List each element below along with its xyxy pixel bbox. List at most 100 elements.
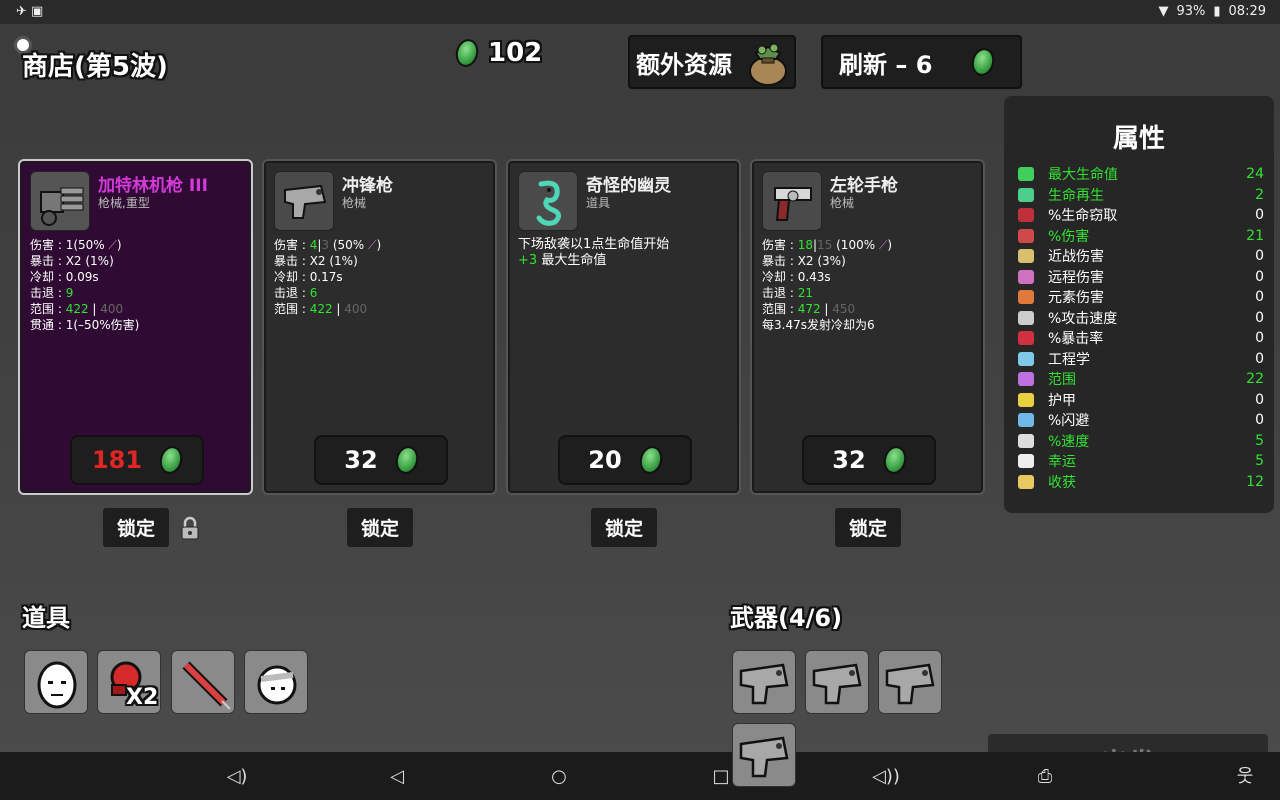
stat-value: 0 [1255, 207, 1264, 224]
description-bonus: +3 [518, 253, 538, 268]
refresh-button[interactable]: 刷新 – 6 [821, 35, 1022, 89]
shop-card-smg[interactable]: 冲锋枪 枪械 伤害 : 4|3 (50% ⟋) 暴击 : X2 (1%) 冷却 … [262, 159, 497, 495]
revolver-icon [762, 171, 822, 231]
stat-row: %攻击速度 0 [1018, 308, 1264, 329]
volume-up-icon[interactable]: ◁)) [872, 766, 900, 788]
accessibility-icon[interactable]: 웃 [1234, 766, 1256, 788]
stat-label: 最大生命值 [1048, 167, 1118, 184]
stat-value: 0.17s [309, 270, 343, 284]
item-slot-bandage[interactable] [244, 650, 308, 714]
buy-button[interactable]: 32 [314, 435, 448, 485]
lock-button-3[interactable]: 锁定 [591, 508, 657, 547]
item-slot-egg[interactable] [24, 650, 88, 714]
item-stats: 伤害 : 18|15 (100% ⟋) 暴击 : X2 (3%) 冷却 : 0.… [762, 237, 982, 333]
stat-label: 击退 [762, 286, 787, 300]
stat-value: 0.09s [65, 270, 99, 284]
stat-value: 0 [1255, 289, 1264, 306]
stat-value: 2 [1255, 186, 1264, 203]
price: 181 [91, 446, 143, 474]
stat-label: %闪避 [1048, 413, 1090, 430]
stat-label: %攻击速度 [1048, 310, 1118, 327]
stat-value: 472 [797, 302, 821, 316]
stat-icon [1018, 372, 1034, 387]
stat-icon [1018, 167, 1034, 182]
stat-label: 范围 [1048, 372, 1076, 389]
buy-button[interactable]: 181 [70, 435, 204, 485]
smg-icon [274, 171, 334, 231]
stat-label: 伤害 [762, 238, 787, 252]
description-line: 最大生命值 [541, 253, 607, 268]
weapon-slot-4[interactable] [732, 723, 796, 787]
lock-button-2[interactable]: 锁定 [347, 508, 413, 547]
item-name: 左轮手枪 [830, 176, 898, 196]
notification-icons: ✈ ▣ [16, 4, 44, 19]
stat-label: 伤害 [274, 238, 299, 252]
stat-icon [1018, 269, 1034, 284]
egg-face-icon [37, 661, 77, 709]
stat-label: %速度 [1048, 433, 1090, 450]
home-icon[interactable]: ○ [548, 766, 570, 788]
stat-label: %暴击率 [1048, 331, 1104, 348]
stat-value: 24 [1246, 166, 1264, 183]
shop-card-revolver[interactable]: 左轮手枪 枪械 伤害 : 18|15 (100% ⟋) 暴击 : X2 (3%)… [750, 159, 985, 495]
weapons-title: 武器(4/6) [730, 604, 843, 632]
stat-icon [1018, 351, 1034, 366]
stat-label: %生命窃取 [1048, 208, 1118, 225]
stats-title: 属性 [1112, 124, 1165, 154]
extra-resources-button[interactable]: 额外资源 [628, 35, 796, 89]
weapon-slot-1[interactable] [732, 650, 796, 714]
stat-label: 击退 [274, 286, 299, 300]
stat-label: 冷却 [762, 270, 787, 284]
item-description: 下场敌袭以1点生命值开始 +3 最大生命值 [518, 237, 738, 269]
stat-value: 422 [309, 302, 333, 316]
stat-icon [1018, 413, 1034, 428]
stat-row: %闪避 0 [1018, 410, 1264, 431]
android-nav-bar: ◁) ◁ ○ □ ◁)) ⎙ 웃 [0, 752, 1280, 800]
stat-icon [1018, 187, 1034, 202]
stats-panel: 属性 最大生命值 24 生命再生 2 %生命窃取 0 %伤害 21 近战伤害 0 远程伤害 0 元素伤害… [1004, 96, 1274, 513]
status-bar: ✈ ▣ ▼ 93% ▮ 08:29 [0, 0, 1280, 24]
gatling-gun-icon [30, 171, 90, 231]
weapon-slot-2[interactable] [805, 650, 869, 714]
stat-row: 远程伤害 0 [1018, 267, 1264, 288]
stat-label: 伤害 [30, 238, 55, 252]
stat-row: 最大生命值 24 [1018, 164, 1264, 185]
back-icon[interactable]: ◁ [386, 766, 408, 788]
stat-value: 12 [1246, 473, 1264, 490]
shop-card-ghost[interactable]: 奇怪的幽灵 道具 下场敌袭以1点生命值开始 +3 最大生命值 20 [506, 159, 741, 495]
lock-button-1[interactable]: 锁定 [103, 508, 169, 547]
stat-label: %伤害 [1048, 228, 1090, 245]
stat-row: 护甲 0 [1018, 390, 1264, 411]
item-slot-boxing-glove[interactable]: X2 [97, 650, 161, 714]
stat-label: 暴击 [274, 254, 299, 268]
stat-icon [1018, 454, 1034, 469]
recents-icon[interactable]: □ [710, 766, 732, 788]
stat-row: 工程学 0 [1018, 349, 1264, 370]
item-stats: 伤害 : 1(50% ⟋) 暴击 : X2 (1%) 冷却 : 0.09s 击退… [30, 238, 140, 332]
screenshot-icon[interactable]: ⎙ [1034, 766, 1056, 788]
volume-down-icon[interactable]: ◁) [226, 766, 248, 788]
weapon-slot-3[interactable] [878, 650, 942, 714]
stat-value: X2 (3%) [797, 254, 846, 268]
stat-value: 0 [1255, 391, 1264, 408]
stat-row: %生命窃取 0 [1018, 205, 1264, 226]
buy-button[interactable]: 20 [558, 435, 692, 485]
stat-value: X2 (1%) [309, 254, 358, 268]
lock-button-4[interactable]: 锁定 [835, 508, 901, 547]
item-stats: 伤害 : 4|3 (50% ⟋) 暴击 : X2 (1%) 冷却 : 0.17s… [274, 238, 382, 316]
shop-title: 商店(第5波) [22, 52, 168, 82]
stat-value: 0 [1255, 248, 1264, 265]
item-stack-count: X2 [126, 685, 159, 710]
wifi-icon: ▼ [1158, 4, 1169, 19]
buy-button[interactable]: 32 [802, 435, 936, 485]
item-slot-syringe[interactable] [171, 650, 235, 714]
shop-card-gatling[interactable]: 加特林机枪 III 枪械,重型 伤害 : 1(50% ⟋) 暴击 : X2 (1… [18, 159, 253, 495]
stat-row: %暴击率 0 [1018, 328, 1264, 349]
stat-label: 远程伤害 [1048, 269, 1104, 286]
stat-base-value: 450 [832, 302, 856, 316]
ranged-icon: ⟋ [108, 238, 117, 252]
stat-value: 0.43s [797, 270, 831, 284]
stat-label: 元素伤害 [1048, 290, 1104, 307]
padlock-icon [181, 516, 199, 540]
stats-list: 最大生命值 24 生命再生 2 %生命窃取 0 %伤害 21 近战伤害 0 远程伤害 0 元素伤害 0 %攻… [1018, 164, 1264, 492]
